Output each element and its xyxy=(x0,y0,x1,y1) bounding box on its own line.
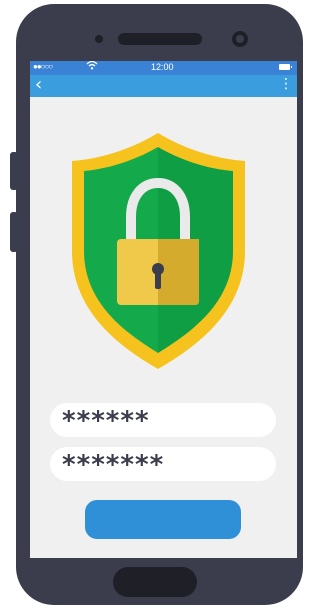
battery-icon xyxy=(279,64,292,70)
shield-lock-icon xyxy=(72,133,245,369)
password-field[interactable]: ******* xyxy=(50,447,276,481)
login-button[interactable] xyxy=(85,500,241,539)
front-camera xyxy=(232,31,248,47)
earpiece-speaker xyxy=(118,33,202,45)
sensor-dot xyxy=(95,35,103,43)
back-arrow-icon[interactable]: ‹ xyxy=(35,76,42,94)
status-time: 12:00 xyxy=(151,62,174,72)
username-value: ****** xyxy=(62,406,150,436)
app-bar: ‹ ⋮ xyxy=(30,75,297,97)
more-options-icon[interactable]: ⋮ xyxy=(279,77,293,91)
status-bar: ●●○○○ 12:00 xyxy=(30,61,297,75)
home-button[interactable] xyxy=(113,567,197,597)
signal-indicator: ●●○○○ xyxy=(33,62,53,71)
password-value: ******* xyxy=(62,450,165,480)
phone-screen: ●●○○○ 12:00 ‹ ⋮ ****** ******* xyxy=(30,61,297,558)
wifi-icon xyxy=(86,61,98,73)
username-field[interactable]: ****** xyxy=(50,403,276,437)
